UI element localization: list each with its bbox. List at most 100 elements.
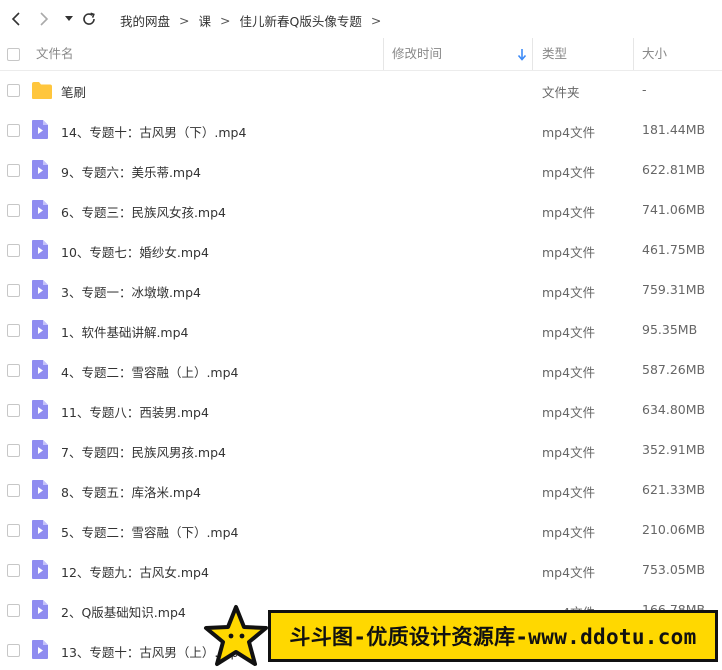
row-checkbox[interactable]	[7, 484, 20, 497]
file-name[interactable]: 10、专题七：婚纱女.mp4	[61, 242, 209, 261]
file-list-header: 文件名 修改时间 类型 大小	[0, 38, 722, 71]
video-file-icon	[32, 160, 48, 179]
row-checkbox[interactable]	[7, 124, 20, 137]
row-checkbox[interactable]	[7, 164, 20, 177]
file-size: 352.91MB	[642, 442, 706, 457]
file-name[interactable]: 4、专题二：雪容融（上）.mp4	[61, 362, 239, 381]
file-name[interactable]: 1、软件基础讲解.mp4	[61, 322, 189, 341]
file-size: 95.35MB	[642, 322, 698, 337]
breadcrumb-separator: >	[220, 13, 231, 28]
file-name[interactable]: 12、专题九：古风女.mp4	[61, 562, 209, 581]
navigation-bar: 我的网盘 > 课 > 佳儿新春Q版头像专题 >	[0, 0, 722, 38]
file-type: mp4文件	[542, 485, 596, 500]
file-name[interactable]: 6、专题三：民族风女孩.mp4	[61, 202, 226, 221]
chevron-right-icon	[40, 12, 49, 26]
history-dropdown-button[interactable]	[59, 8, 79, 30]
file-name[interactable]: 2、Q版基础知识.mp4	[61, 602, 186, 621]
sort-descending-icon[interactable]	[517, 49, 527, 61]
file-size: 741.06MB	[642, 202, 706, 217]
breadcrumb-separator: >	[370, 13, 382, 28]
breadcrumb-item-root[interactable]: 我的网盘	[120, 11, 170, 30]
file-row[interactable]: 笔刷 文件夹 -	[0, 70, 722, 110]
file-size: 753.05MB	[642, 562, 706, 577]
column-header-size[interactable]: 大小	[642, 38, 667, 70]
video-file-icon	[32, 640, 48, 659]
file-row[interactable]: 6、专题三：民族风女孩.mp4 mp4文件 741.06MB	[0, 190, 722, 230]
file-row[interactable]: 12、专题九：古风女.mp4 mp4文件 753.05MB	[0, 550, 722, 590]
file-row[interactable]: 1、软件基础讲解.mp4 mp4文件 95.35MB	[0, 310, 722, 350]
breadcrumb-item-course[interactable]: 课	[199, 11, 212, 30]
file-type: mp4文件	[542, 285, 596, 300]
select-all-checkbox[interactable]	[7, 48, 20, 61]
column-header-type[interactable]: 类型	[542, 38, 567, 70]
row-checkbox[interactable]	[7, 324, 20, 337]
column-header-name[interactable]: 文件名	[36, 38, 74, 70]
row-checkbox[interactable]	[7, 284, 20, 297]
column-divider[interactable]	[532, 38, 533, 70]
file-row[interactable]: 11、专题八：西装男.mp4 mp4文件 634.80MB	[0, 390, 722, 430]
file-size: 181.44MB	[642, 122, 706, 137]
file-row[interactable]: 7、专题四：民族风男孩.mp4 mp4文件 352.91MB	[0, 430, 722, 470]
file-row[interactable]: 4、专题二：雪容融（上）.mp4 mp4文件 587.26MB	[0, 350, 722, 390]
file-name[interactable]: 9、专题六：美乐蒂.mp4	[61, 162, 201, 181]
file-row[interactable]: 3、专题一：冰墩墩.mp4 mp4文件 759.31MB	[0, 270, 722, 310]
file-name[interactable]: 14、专题十：古风男（下）.mp4	[61, 122, 246, 141]
row-checkbox[interactable]	[7, 604, 20, 617]
file-type: mp4文件	[542, 445, 596, 460]
column-divider[interactable]	[383, 38, 384, 70]
file-type: mp4文件	[542, 205, 596, 220]
file-type: 文件夹	[542, 85, 580, 100]
video-file-icon	[32, 440, 48, 459]
folder-icon	[32, 82, 52, 99]
refresh-button[interactable]	[79, 8, 99, 30]
row-checkbox[interactable]	[7, 564, 20, 577]
row-checkbox[interactable]	[7, 524, 20, 537]
row-checkbox[interactable]	[7, 244, 20, 257]
file-size: -	[642, 82, 647, 97]
refresh-icon	[83, 12, 95, 25]
row-checkbox[interactable]	[7, 204, 20, 217]
file-name[interactable]: 5、专题二：雪容融（下）.mp4	[61, 522, 239, 541]
file-type: mp4文件	[542, 365, 596, 380]
back-button[interactable]	[6, 8, 26, 30]
video-file-icon	[32, 520, 48, 539]
file-type: mp4文件	[542, 245, 596, 260]
column-header-modified[interactable]: 修改时间	[392, 38, 442, 70]
watermark-banner: 斗斗图-优质设计资源库-www.ddotu.com	[268, 610, 718, 662]
row-checkbox[interactable]	[7, 444, 20, 457]
video-file-icon	[32, 600, 48, 619]
row-checkbox[interactable]	[7, 84, 20, 97]
column-divider[interactable]	[633, 38, 634, 70]
file-size: 210.06MB	[642, 522, 706, 537]
video-file-icon	[32, 280, 48, 299]
file-size: 587.26MB	[642, 362, 706, 377]
row-checkbox[interactable]	[7, 404, 20, 417]
video-file-icon	[32, 400, 48, 419]
file-name[interactable]: 笔刷	[61, 82, 86, 101]
file-size: 621.33MB	[642, 482, 706, 497]
forward-button[interactable]	[34, 8, 54, 30]
file-row[interactable]: 9、专题六：美乐蒂.mp4 mp4文件 622.81MB	[0, 150, 722, 190]
file-name[interactable]: 3、专题一：冰墩墩.mp4	[61, 282, 201, 301]
file-type: mp4文件	[542, 125, 596, 140]
file-type: mp4文件	[542, 165, 596, 180]
file-row[interactable]: 5、专题二：雪容融（下）.mp4 mp4文件 210.06MB	[0, 510, 722, 550]
file-row[interactable]: 8、专题五：库洛米.mp4 mp4文件 621.33MB	[0, 470, 722, 510]
row-checkbox[interactable]	[7, 644, 20, 657]
row-checkbox[interactable]	[7, 364, 20, 377]
caret-down-icon	[65, 16, 73, 21]
file-row[interactable]: 10、专题七：婚纱女.mp4 mp4文件 461.75MB	[0, 230, 722, 270]
watermark-text: 斗斗图-优质设计资源库-www.ddotu.com	[289, 625, 697, 649]
file-name[interactable]: 7、专题四：民族风男孩.mp4	[61, 442, 226, 461]
breadcrumb-item-current[interactable]: 佳儿新春Q版头像专题	[240, 11, 362, 30]
video-file-icon	[32, 200, 48, 219]
file-size: 759.31MB	[642, 282, 706, 297]
video-file-icon	[32, 560, 48, 579]
file-row[interactable]: 14、专题十：古风男（下）.mp4 mp4文件 181.44MB	[0, 110, 722, 150]
file-name[interactable]: 11、专题八：西装男.mp4	[61, 402, 209, 421]
chevron-left-icon	[11, 12, 20, 26]
file-name[interactable]: 8、专题五：库洛米.mp4	[61, 482, 201, 501]
breadcrumb-separator: >	[179, 13, 190, 28]
file-type: mp4文件	[542, 405, 596, 420]
file-size: 634.80MB	[642, 402, 706, 417]
